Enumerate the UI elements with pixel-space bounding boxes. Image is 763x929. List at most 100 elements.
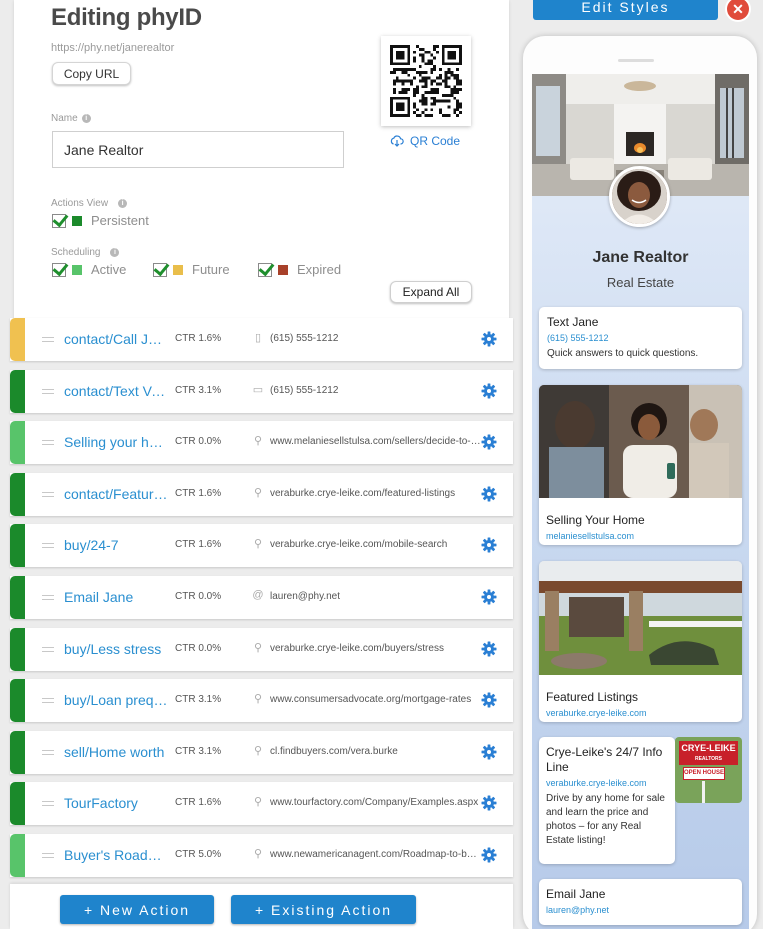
action-title[interactable]: buy/Loan prequalification [64, 692, 168, 708]
active-checkbox[interactable] [52, 262, 66, 277]
sign-brand: CRYE-LEIKE [681, 743, 736, 753]
action-row[interactable]: sell/Home worth CTR 3.1% ⚲ cl.findbuyers.co… [10, 730, 513, 774]
drag-handle-icon[interactable] [42, 440, 54, 446]
gear-icon[interactable] [481, 537, 497, 553]
action-url: www.newamericanagent.com/Roadmap-to-buyi… [270, 849, 482, 860]
action-row[interactable]: Buyer's Roadmap CTR 5.0% ⚲ www.newamericana… [10, 834, 513, 877]
action-row[interactable]: Selling your home CTR 0.0% ⚲ www.melaniesel… [10, 421, 513, 465]
qr-code-image[interactable] [381, 36, 471, 126]
expired-option[interactable]: Expired [258, 262, 341, 277]
action-url: (615) 555-1212 [270, 333, 339, 344]
future-checkbox[interactable] [153, 262, 167, 277]
gear-icon[interactable] [481, 434, 497, 450]
status-bar [10, 472, 25, 516]
editor-panel: Editing phyID https://phy.net/janerealto… [14, 0, 509, 318]
action-ctr: CTR 1.6% [175, 487, 222, 499]
gear-icon[interactable] [481, 692, 497, 708]
action-title[interactable]: Email Jane [64, 589, 168, 605]
action-row[interactable]: buy/Less stress CTR 0.0% ⚲ veraburke.crye-l… [10, 627, 513, 671]
drag-handle-icon[interactable] [42, 491, 54, 497]
qr-code-link[interactable]: QR Code [390, 134, 460, 148]
preview-card-info-line[interactable]: Crye-Leike's 24/7 Info Line veraburke.cr… [539, 737, 675, 864]
drag-handle-icon[interactable] [42, 801, 54, 807]
preview-card-selling-home[interactable]: Selling Your Home melaniesellstulsa.com [539, 385, 742, 545]
drag-handle-icon[interactable] [42, 646, 54, 652]
name-input[interactable] [52, 131, 344, 168]
expand-all-button[interactable]: Expand All [390, 281, 472, 303]
action-title[interactable]: Buyer's Roadmap [64, 847, 168, 863]
link-icon: ⚲ [253, 486, 263, 499]
info-icon[interactable]: i [118, 199, 128, 208]
edit-styles-button[interactable]: Edit Styles [533, 0, 718, 20]
page-url[interactable]: https://phy.net/janerealtor [51, 42, 174, 54]
drag-handle-icon[interactable] [42, 337, 54, 342]
info-icon[interactable]: i [81, 114, 91, 123]
action-title[interactable]: contact/Text Vera [64, 383, 168, 399]
avatar [609, 166, 670, 227]
qr-code-graphic [390, 45, 462, 117]
drag-handle-icon[interactable] [42, 749, 54, 755]
page-title: Editing phyID [51, 4, 202, 31]
sign-sub: REALTORS [694, 756, 723, 762]
action-title[interactable]: Selling your home [64, 434, 168, 450]
action-row[interactable]: TourFactory CTR 1.6% ⚲ www.tourfactory.com/… [10, 782, 513, 826]
copy-url-button[interactable]: Copy URL [52, 62, 131, 85]
gear-icon[interactable] [481, 331, 497, 347]
preview-card-featured-listings[interactable]: Featured Listings veraburke.crye-leike.c… [539, 561, 742, 722]
gear-icon[interactable] [481, 744, 497, 760]
expired-checkbox[interactable] [258, 262, 272, 277]
action-row[interactable]: contact/Text Vera CTR 3.1% ▭ (615) 555-1212 [10, 369, 513, 413]
action-ctr: CTR 0.0% [175, 436, 222, 448]
action-row[interactable]: contact/Call Jane CTR 1.6% ▯ (615) 555-1212 [10, 318, 513, 361]
profile-photo [612, 169, 667, 224]
gear-icon[interactable] [481, 641, 497, 657]
action-row[interactable]: Email Jane CTR 0.0% @ lauren@phy.net [10, 576, 513, 619]
status-bar [10, 576, 25, 619]
action-url: lauren@phy.net [270, 591, 341, 602]
gear-icon[interactable] [481, 486, 497, 502]
drag-handle-icon[interactable] [42, 388, 54, 394]
link-icon: ⚲ [253, 538, 263, 551]
action-row[interactable]: contact/Featured Listings CTR 1.6% ⚲ verabu… [10, 472, 513, 516]
action-ctr: CTR 5.0% [175, 849, 222, 860]
persistent-option[interactable]: Persistent [52, 213, 149, 228]
drag-handle-icon[interactable] [42, 543, 54, 549]
preview-card-text-jane[interactable]: Text Jane (615) 555-1212 Quick answers t… [539, 307, 742, 369]
action-title[interactable]: buy/24-7 [64, 537, 168, 553]
profile-subtitle: Real Estate [606, 275, 675, 290]
status-bar [10, 421, 25, 465]
sign-open-house: OPEN HOUSE [683, 767, 725, 780]
action-title[interactable]: buy/Less stress [64, 641, 168, 657]
gear-icon[interactable] [481, 383, 497, 399]
drag-handle-icon[interactable] [42, 698, 54, 704]
status-bar [10, 627, 25, 671]
action-title[interactable]: contact/Call Jane [64, 331, 168, 347]
action-title[interactable]: sell/Home worth [64, 744, 168, 760]
active-swatch [72, 264, 82, 275]
link-icon: ⚲ [253, 693, 263, 706]
action-ctr: CTR 3.1% [175, 745, 222, 757]
drag-handle-icon[interactable] [42, 853, 54, 858]
new-action-button[interactable]: + New Action [60, 895, 214, 924]
action-row[interactable]: buy/24-7 CTR 1.6% ⚲ veraburke.crye-leike.co… [10, 524, 513, 568]
preview-screen[interactable]: Jane Realtor Real Estate Text Jane (615)… [532, 74, 749, 929]
action-url: (615) 555-1212 [270, 384, 339, 396]
info-icon[interactable]: i [110, 248, 120, 257]
persistent-checkbox[interactable] [52, 213, 66, 228]
preview-card-email-jane[interactable]: Email Jane lauren@phy.net [539, 879, 742, 925]
action-row[interactable]: buy/Loan prequalification CTR 3.1% ⚲ www.co… [10, 679, 513, 723]
existing-action-button[interactable]: + Existing Action [231, 895, 416, 924]
future-option[interactable]: Future [153, 262, 258, 277]
drag-handle-icon[interactable] [42, 595, 54, 600]
gear-icon[interactable] [481, 589, 497, 605]
action-title[interactable]: contact/Featured Listings [64, 486, 168, 502]
action-ctr: CTR 3.1% [175, 694, 222, 706]
active-option[interactable]: Active [52, 262, 153, 277]
at-icon: @ [252, 589, 264, 601]
actions-view-label: Actions View i [51, 198, 128, 209]
action-title[interactable]: TourFactory [64, 795, 168, 811]
gear-icon[interactable] [481, 847, 497, 863]
future-swatch [173, 264, 183, 275]
gear-icon[interactable] [481, 795, 497, 811]
close-icon[interactable]: ✕ [727, 0, 749, 20]
